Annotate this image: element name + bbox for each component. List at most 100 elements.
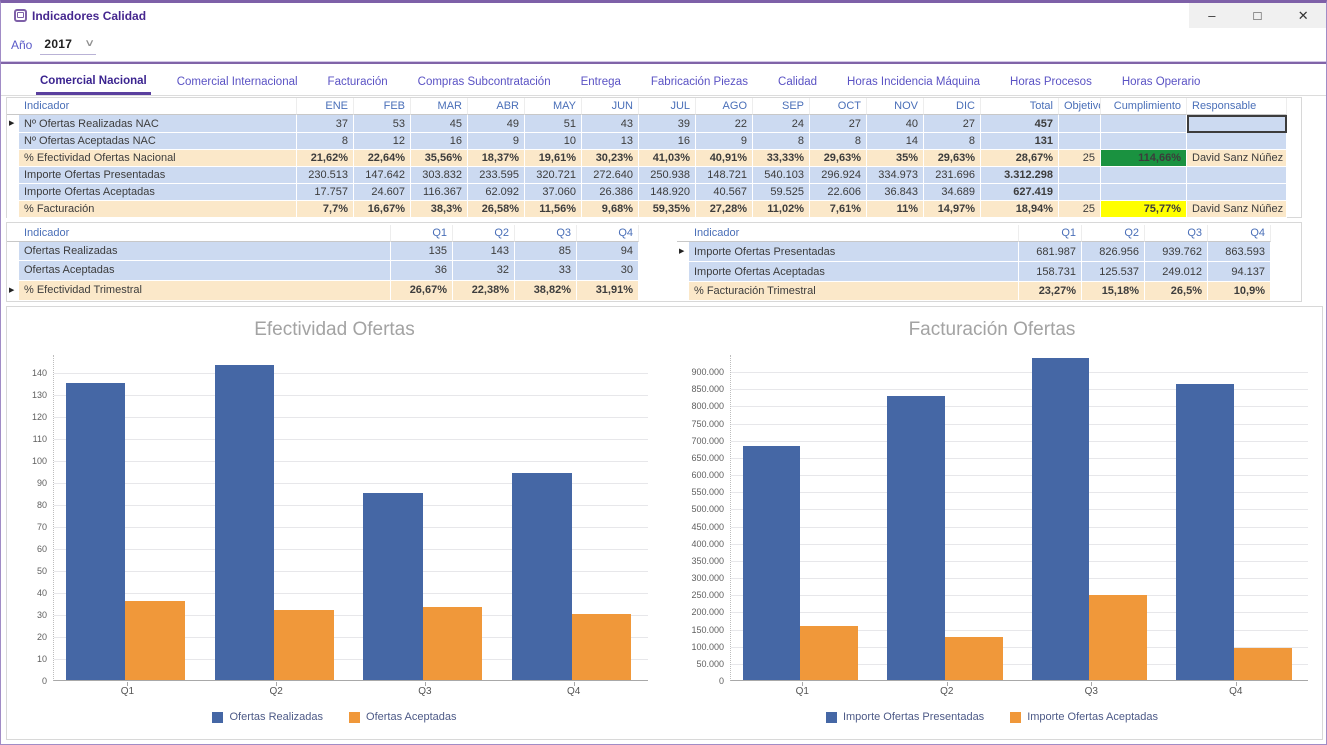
value-cell[interactable] [1187, 167, 1287, 184]
value-cell[interactable]: 51 [525, 115, 582, 133]
value-cell[interactable]: 45 [411, 115, 468, 133]
value-cell[interactable]: 75,77% [1101, 201, 1187, 218]
value-cell[interactable]: 28,67% [981, 150, 1059, 167]
value-cell[interactable]: 22.606 [810, 184, 867, 201]
value-cell[interactable]: 26,58% [468, 201, 525, 218]
value-cell[interactable]: 22 [696, 115, 753, 133]
value-cell[interactable] [1101, 167, 1187, 184]
value-cell[interactable]: 40 [867, 115, 924, 133]
value-cell[interactable]: 147.642 [354, 167, 411, 184]
maximize-button[interactable]: □ [1240, 5, 1274, 26]
value-cell[interactable]: 681.987 [1019, 242, 1082, 262]
value-cell[interactable]: 8 [753, 133, 810, 150]
value-cell[interactable]: 18,94% [981, 201, 1059, 218]
value-cell[interactable]: 148.721 [696, 167, 753, 184]
tab-facturaci-n[interactable]: Facturación [324, 70, 392, 95]
value-cell[interactable]: 9,68% [582, 201, 639, 218]
value-cell[interactable]: 939.762 [1145, 242, 1208, 262]
indicator-label-cell[interactable]: Nº Ofertas Realizadas NAC [19, 115, 297, 133]
tab-fabricaci-n-piezas[interactable]: Fabricación Piezas [647, 70, 752, 95]
value-cell[interactable]: 25 [1059, 201, 1101, 218]
value-cell[interactable]: 27,28% [696, 201, 753, 218]
tab-comercial-internacional[interactable]: Comercial Internacional [173, 70, 302, 95]
value-cell[interactable]: 131 [981, 133, 1059, 150]
value-cell[interactable]: 18,37% [468, 150, 525, 167]
value-cell[interactable]: 8 [810, 133, 867, 150]
value-cell[interactable]: 38,3% [411, 201, 468, 218]
value-cell[interactable]: 94 [577, 242, 639, 261]
value-cell[interactable]: 40,91% [696, 150, 753, 167]
value-cell[interactable]: 230.513 [297, 167, 354, 184]
value-cell[interactable] [1059, 115, 1101, 133]
value-cell[interactable]: 38,82% [515, 281, 577, 301]
tab-horas-incidencia-m-quina[interactable]: Horas Incidencia Máquina [843, 70, 984, 95]
value-cell[interactable]: 49 [468, 115, 525, 133]
value-cell[interactable]: 26,67% [391, 281, 453, 301]
value-cell[interactable]: 53 [354, 115, 411, 133]
value-cell[interactable]: 94.137 [1208, 262, 1271, 281]
value-cell[interactable]: 3.312.298 [981, 167, 1059, 184]
value-cell[interactable]: 7,7% [297, 201, 354, 218]
indicator-label-cell[interactable]: Nº Ofertas Aceptadas NAC [19, 133, 297, 150]
value-cell[interactable]: 15,18% [1082, 282, 1145, 301]
value-cell[interactable]: 9 [696, 133, 753, 150]
value-cell[interactable]: 135 [391, 242, 453, 261]
value-cell[interactable]: 23,27% [1019, 282, 1082, 301]
value-cell[interactable]: 29,63% [924, 150, 981, 167]
value-cell[interactable]: 30 [577, 261, 639, 280]
value-cell[interactable]: 16 [639, 133, 696, 150]
value-cell[interactable]: 231.696 [924, 167, 981, 184]
value-cell[interactable]: 249.012 [1145, 262, 1208, 281]
value-cell[interactable]: 14,97% [924, 201, 981, 218]
value-cell[interactable]: 62.092 [468, 184, 525, 201]
value-cell[interactable]: 10 [525, 133, 582, 150]
value-cell[interactable]: 10,9% [1208, 282, 1271, 301]
value-cell[interactable]: 35% [867, 150, 924, 167]
value-cell[interactable]: 22,64% [354, 150, 411, 167]
value-cell[interactable]: David Sanz Núñez [1187, 201, 1287, 218]
tab-entrega[interactable]: Entrega [577, 70, 625, 95]
indicator-label-cell[interactable]: % Facturación [19, 201, 297, 218]
value-cell[interactable]: 37.060 [525, 184, 582, 201]
value-cell[interactable]: 32 [453, 261, 515, 280]
tab-calidad[interactable]: Calidad [774, 70, 821, 95]
value-cell[interactable]: 272.640 [582, 167, 639, 184]
value-cell[interactable]: 143 [453, 242, 515, 261]
value-cell[interactable]: 863.593 [1208, 242, 1271, 262]
tab-horas-procesos[interactable]: Horas Procesos [1006, 70, 1096, 95]
value-cell[interactable]: 43 [582, 115, 639, 133]
value-cell[interactable]: 7,61% [810, 201, 867, 218]
value-cell[interactable]: 21,62% [297, 150, 354, 167]
value-cell[interactable]: 334.973 [867, 167, 924, 184]
indicator-label-cell[interactable]: Ofertas Aceptadas [19, 261, 391, 280]
indicator-label-cell[interactable]: Importe Ofertas Presentadas [689, 242, 1019, 262]
value-cell[interactable]: 17.757 [297, 184, 354, 201]
value-cell[interactable]: 30,23% [582, 150, 639, 167]
value-cell[interactable]: 627.419 [981, 184, 1059, 201]
value-cell[interactable]: 12 [354, 133, 411, 150]
value-cell[interactable]: 250.938 [639, 167, 696, 184]
value-cell[interactable]: 29,63% [810, 150, 867, 167]
minimize-button[interactable]: – [1195, 5, 1229, 26]
indicator-label-cell[interactable]: Importe Ofertas Aceptadas [689, 262, 1019, 281]
value-cell[interactable]: 540.103 [753, 167, 810, 184]
value-cell[interactable]: 26,5% [1145, 282, 1208, 301]
indicator-label-cell[interactable]: Importe Ofertas Aceptadas [19, 184, 297, 201]
value-cell[interactable] [1187, 115, 1287, 133]
value-cell[interactable]: 11,56% [525, 201, 582, 218]
value-cell[interactable] [1187, 133, 1287, 150]
value-cell[interactable]: 24 [753, 115, 810, 133]
value-cell[interactable]: 158.731 [1019, 262, 1082, 281]
value-cell[interactable]: 826.956 [1082, 242, 1145, 262]
tab-compras-subcontrataci-n[interactable]: Compras Subcontratación [414, 70, 555, 95]
value-cell[interactable]: 9 [468, 133, 525, 150]
year-combobox[interactable]: 2017 ∨ [40, 35, 95, 55]
value-cell[interactable]: 233.595 [468, 167, 525, 184]
indicator-label-cell[interactable]: % Efectividad Ofertas Nacional [19, 150, 297, 167]
value-cell[interactable]: 27 [924, 115, 981, 133]
value-cell[interactable]: 114,66% [1101, 150, 1187, 167]
indicator-label-cell[interactable]: % Efectividad Trimestral [19, 281, 391, 301]
value-cell[interactable]: 59,35% [639, 201, 696, 218]
value-cell[interactable]: 296.924 [810, 167, 867, 184]
value-cell[interactable] [1101, 115, 1187, 133]
